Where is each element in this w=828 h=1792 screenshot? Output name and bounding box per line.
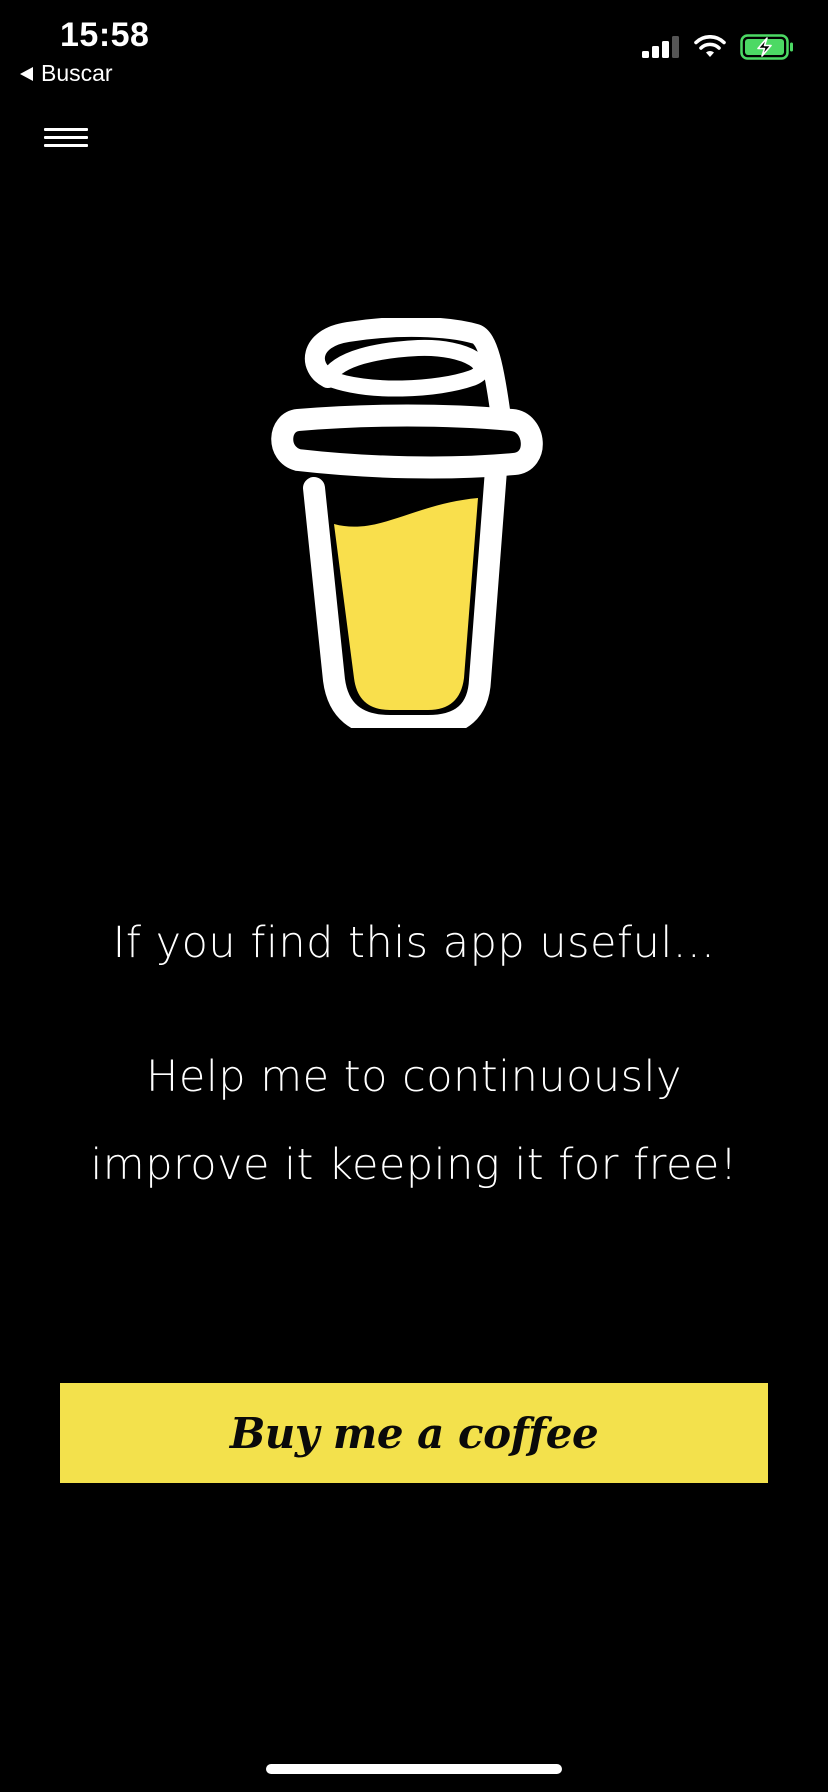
coffee-cup-icon [271, 318, 543, 728]
status-icons [642, 34, 794, 60]
wifi-icon [694, 35, 726, 57]
hamburger-menu-icon[interactable] [44, 124, 88, 152]
signal-icon [642, 36, 679, 58]
support-text-line-2: improve it keeping it for free! [90, 1140, 738, 1190]
home-indicator[interactable] [266, 1764, 562, 1774]
back-to-search-link[interactable]: Buscar [20, 60, 113, 87]
battery-charging-icon [740, 34, 793, 60]
buy-me-a-coffee-button[interactable]: Buy me a coffee [60, 1383, 768, 1483]
back-link-label: Buscar [41, 60, 113, 86]
intro-text: If you find this app useful... [112, 918, 716, 968]
back-arrow-icon [20, 66, 33, 81]
status-bar: 15:58 Buscar [0, 0, 828, 96]
status-time: 15:58 [60, 16, 150, 54]
buy-me-a-coffee-label: Buy me a coffee [229, 1408, 599, 1458]
support-text-line-1: Help me to continuously [146, 1052, 682, 1102]
